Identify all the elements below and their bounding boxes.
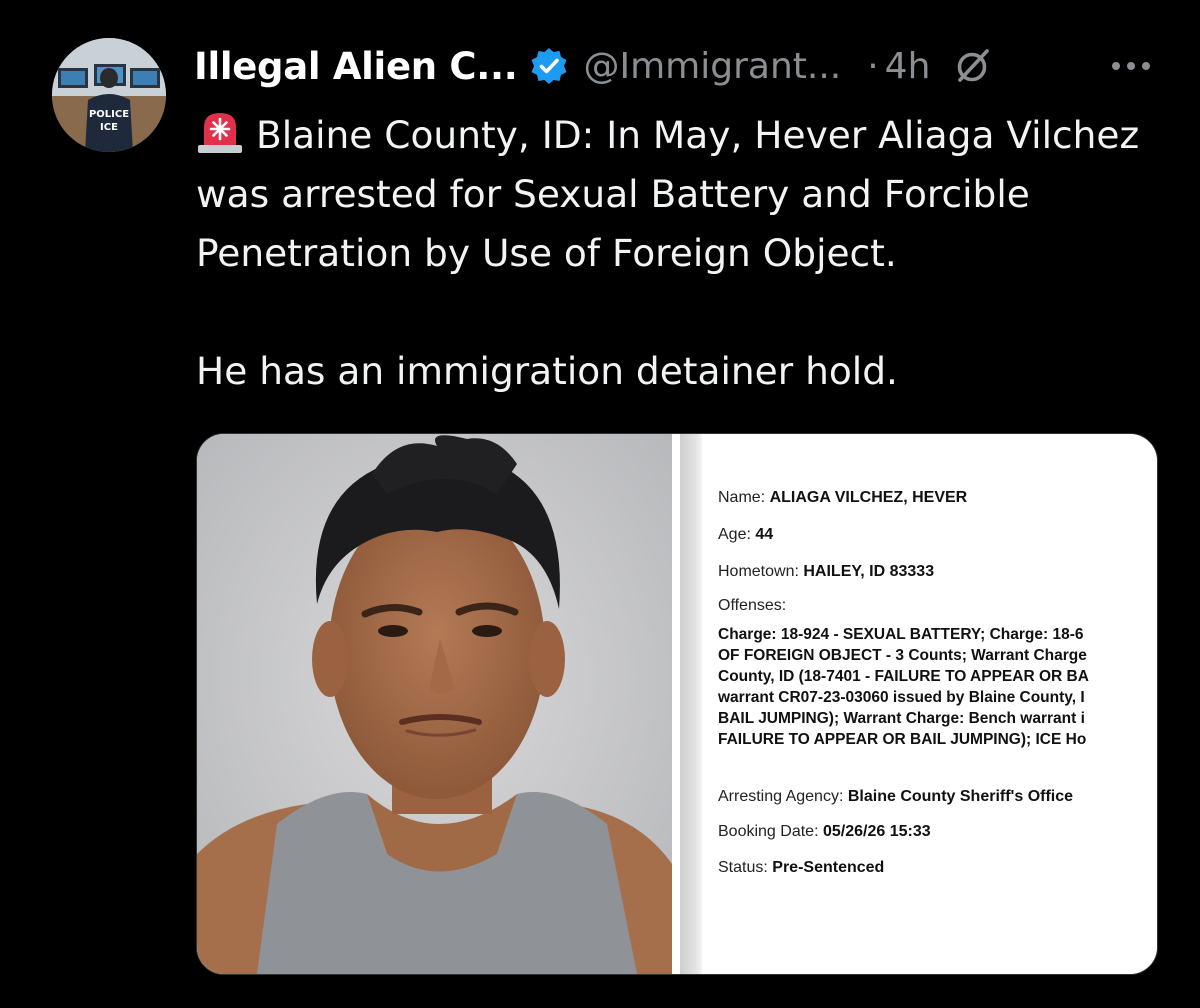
tweet-paragraph-1-text: Blaine County, ID: In May, Hever Aliaga …	[196, 113, 1140, 275]
media-divider	[672, 434, 680, 974]
offense-line: warrant CR07-23-03060 issued by Blaine C…	[718, 689, 1085, 706]
author-handle[interactable]: @Immigrant...	[583, 46, 841, 87]
record-offenses-row: Offenses:	[718, 597, 786, 615]
record-age-label: Age:	[718, 526, 751, 543]
svg-text:ICE: ICE	[100, 122, 118, 133]
record-name-value: ALIAGA VILCHEZ, HEVER	[769, 489, 968, 506]
grok-icon[interactable]	[954, 47, 992, 85]
mugshot-photo[interactable]	[197, 434, 672, 974]
record-offenses-text: Charge: 18-924 - SEXUAL BATTERY; Charge:…	[718, 624, 1157, 750]
record-name-row: Name: ALIAGA VILCHEZ, HEVER	[718, 489, 967, 507]
post-time[interactable]: 4h	[885, 46, 931, 87]
police-siren-icon	[196, 107, 244, 155]
offense-line: Charge: 18-924 - SEXUAL BATTERY; Charge:…	[718, 626, 1084, 643]
offense-line: FAILURE TO APPEAR OR BAIL JUMPING); ICE …	[718, 731, 1087, 748]
record-hometown-row: Hometown: HAILEY, ID 83333	[718, 563, 934, 581]
author-avatar[interactable]: POLICE ICE	[52, 38, 166, 152]
verified-badge-icon	[529, 46, 569, 86]
record-age-value: 44	[755, 526, 774, 543]
record-booking-row: Booking Date: 05/26/26 15:33	[718, 823, 931, 841]
record-hometown-label: Hometown:	[718, 563, 799, 580]
offense-line: County, ID (18-7401 - FAILURE TO APPEAR …	[718, 668, 1089, 685]
tweet-paragraph-2: He has an immigration detainer hold.	[196, 349, 898, 393]
separator-dot: ·	[867, 45, 879, 87]
avatar-image: POLICE ICE	[52, 38, 166, 152]
more-options-icon[interactable]	[1108, 46, 1154, 82]
record-status-label: Status:	[718, 859, 768, 876]
record-edge-strip	[680, 434, 702, 974]
record-booking-value: 05/26/26 15:33	[822, 823, 931, 840]
record-status-row: Status: Pre-Sentenced	[718, 859, 884, 877]
record-name-label: Name:	[718, 489, 766, 506]
tweet-paragraph-1: Blaine County, ID: In May, Hever Aliaga …	[196, 106, 1156, 283]
offense-line: BAIL JUMPING); Warrant Charge: Bench war…	[718, 710, 1085, 727]
record-agency-label: Arresting Agency:	[718, 788, 844, 805]
tweet-body: Blaine County, ID: In May, Hever Aliaga …	[196, 106, 1156, 401]
author-display-name[interactable]: Illegal Alien C...	[194, 45, 518, 88]
offense-line: OF FOREIGN OBJECT - 3 Counts; Warrant Ch…	[718, 647, 1087, 664]
record-status-value: Pre-Sentenced	[772, 859, 885, 876]
tweet-header: Illegal Alien C... @Immigrant... · 4h	[194, 36, 992, 96]
record-hometown-value: HAILEY, ID 83333	[803, 563, 935, 580]
record-booking-label: Booking Date:	[718, 823, 819, 840]
record-agency-row: Arresting Agency: Blaine County Sheriff'…	[718, 788, 1073, 806]
svg-text:POLICE: POLICE	[89, 109, 129, 120]
record-offenses-label: Offenses:	[718, 597, 787, 614]
tweet-media[interactable]: Name: ALIAGA VILCHEZ, HEVER Age: 44 Home…	[196, 433, 1158, 975]
record-agency-value: Blaine County Sheriff's Office	[847, 788, 1074, 805]
tweet-post: POLICE ICE Illegal Alien C... @Immigrant…	[0, 0, 1200, 1008]
arrest-record[interactable]: Name: ALIAGA VILCHEZ, HEVER Age: 44 Home…	[702, 434, 1157, 974]
record-age-row: Age: 44	[718, 526, 773, 544]
